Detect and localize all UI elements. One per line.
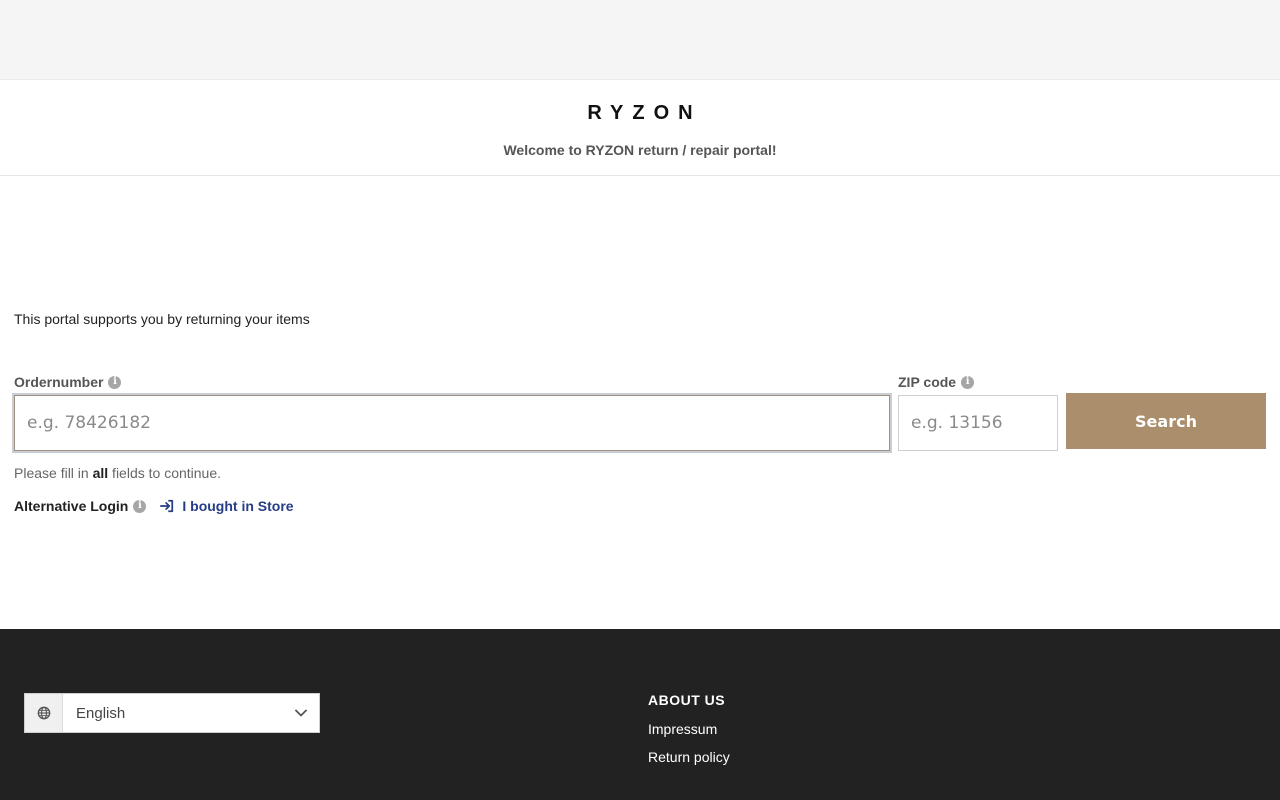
info-icon[interactable]: i [961, 375, 975, 389]
about-us-section: ABOUT US Impressum Return policy [648, 692, 730, 765]
info-icon[interactable]: i [133, 499, 147, 513]
form-hint: Please fill in all fields to continue. [14, 465, 221, 481]
zip-label: ZIP code i [898, 374, 975, 390]
impressum-link[interactable]: Impressum [648, 721, 730, 737]
return-policy-link[interactable]: Return policy [648, 749, 730, 765]
ordernumber-input[interactable] [14, 395, 890, 451]
welcome-heading: Welcome to RYZON return / repair portal! [503, 142, 777, 158]
hint-before: Please fill in [14, 465, 93, 481]
about-us-heading: ABOUT US [648, 692, 726, 708]
hint-after: fields to continue. [108, 465, 222, 481]
bought-in-store-label: I bought in Store [182, 498, 294, 514]
page-header: RYZON Welcome to RYZON return / repair p… [0, 80, 1280, 176]
language-value: English [76, 704, 126, 722]
return-form-section: This portal supports you by returning yo… [0, 176, 1280, 629]
ordernumber-label: Ordernumber i [14, 374, 122, 390]
alternative-login-label: Alternative Login [14, 498, 129, 514]
bought-in-store-link[interactable]: I bought in Store [160, 498, 294, 514]
top-strip [0, 0, 1280, 80]
page-footer: English ABOUT US Impressum Return policy [0, 629, 1280, 800]
zip-input[interactable] [898, 395, 1058, 451]
info-icon[interactable]: i [108, 375, 122, 389]
hint-bold: all [92, 465, 109, 481]
ordernumber-label-text: Ordernumber [14, 374, 104, 390]
language-select[interactable]: English [24, 693, 320, 733]
login-arrow-icon [160, 499, 174, 513]
ryzon-logo[interactable]: RYZON [578, 102, 701, 124]
zip-label-text: ZIP code [898, 374, 957, 390]
chevron-down-icon [283, 709, 319, 717]
globe-icon [25, 694, 63, 732]
alternative-login-row: Alternative Login i I bought in Store [14, 498, 294, 514]
search-button[interactable]: Search [1066, 393, 1266, 449]
intro-text: This portal supports you by returning yo… [14, 311, 310, 327]
